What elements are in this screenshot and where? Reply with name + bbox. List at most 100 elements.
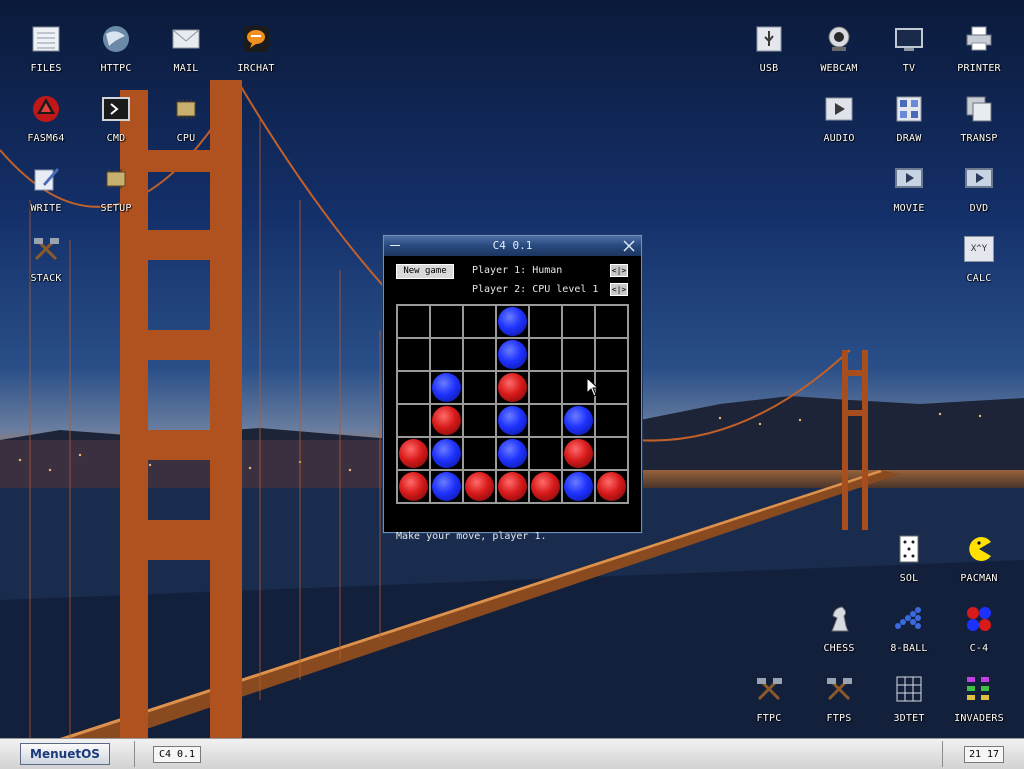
red-disc [399,472,428,501]
new-game-button[interactable]: New game [396,264,454,279]
menu-button[interactable]: MenuetOS [20,743,110,765]
desktop-icon-pacman[interactable]: PACMAN [947,525,1011,589]
red-disc [597,472,626,501]
printer-icon [963,23,995,55]
board-cell[interactable] [463,437,496,470]
pacman-icon [963,533,995,565]
minimize-icon[interactable] [390,245,400,246]
sol-icon [893,533,925,565]
blue-disc [498,307,527,336]
window-titlebar[interactable]: C4 0.1 [384,236,641,256]
board-cell[interactable] [529,305,562,338]
board-cell[interactable] [595,305,628,338]
desktop-icon-setup[interactable]: SETUP [84,155,148,219]
tv-icon [893,23,925,55]
blue-disc [564,406,593,435]
desktop-icon-sol[interactable]: SOL [877,525,941,589]
window-body: New game Player 1: Human <|> Player 2: C… [384,256,641,542]
board-cell[interactable] [562,305,595,338]
desktop-icon-cpu[interactable]: CPU [154,85,218,149]
board-cell[interactable] [430,338,463,371]
red-disc [399,439,428,468]
draw-icon [893,93,925,125]
calc-icon-text: X^Y [964,236,994,262]
board-cell[interactable] [397,305,430,338]
board-cell[interactable] [529,437,562,470]
desktop-icon-invaders[interactable]: INVADERS [947,665,1011,729]
player1-arrows-button[interactable]: <|> [610,264,628,277]
board-cell[interactable] [595,437,628,470]
desktop-icon-mail[interactable]: MAIL [154,15,218,79]
desktop-icon-irchat[interactable]: IRCHAT [224,15,288,79]
chess-icon [823,603,855,635]
board-cell[interactable] [463,305,496,338]
usb-icon [753,23,785,55]
board-cell[interactable] [397,404,430,437]
desktop-icon-files[interactable]: FILES [14,15,78,79]
red-disc [564,439,593,468]
board-cell[interactable] [595,371,628,404]
movie-icon [893,163,925,195]
desktop-icon-movie[interactable]: MOVIE [877,155,941,219]
desktop-icon-fasm64[interactable]: FASM64 [14,85,78,149]
red-disc [531,472,560,501]
red-disc [498,472,527,501]
taskbar-separator [942,741,943,767]
write-icon [30,163,62,195]
clock: 21 17 [964,746,1004,763]
desktop-icon-stack[interactable]: STACK [14,225,78,289]
board-cell[interactable] [529,404,562,437]
board-cell[interactable] [463,404,496,437]
desktop-icon-httpc[interactable]: HTTPC [84,15,148,79]
board-cell[interactable] [397,338,430,371]
player2-arrows-button[interactable]: <|> [610,283,628,296]
desktop-icon-draw[interactable]: DRAW [877,85,941,149]
board-cell[interactable] [595,404,628,437]
close-icon[interactable] [622,239,636,253]
board-cell[interactable] [529,338,562,371]
desktop-icon-cmd[interactable]: CMD [84,85,148,149]
desktop-icon-usb[interactable]: USB [737,15,801,79]
desktop-icon-calc[interactable]: X^Y CALC [947,225,1011,289]
desktop-icon-tv[interactable]: TV [877,15,941,79]
desktop-icon-8-ball[interactable]: 8-BALL [877,595,941,659]
board-cell[interactable] [562,338,595,371]
blue-disc [564,472,593,501]
red-disc [432,406,461,435]
httpc-icon [100,23,132,55]
board-cell[interactable] [529,371,562,404]
desktop-icon-transp[interactable]: TRANSP [947,85,1011,149]
desktop-icon-printer[interactable]: PRINTER [947,15,1011,79]
board-cell[interactable] [595,338,628,371]
player1-label: Player 1: Human [472,265,563,276]
irchat-icon [240,23,272,55]
blue-disc [432,439,461,468]
desktop-icon-write[interactable]: WRITE [14,155,78,219]
board-cell[interactable] [430,305,463,338]
blue-disc [432,472,461,501]
desktop-icon-webcam[interactable]: WEBCAM [807,15,871,79]
desktop-icon-dvd[interactable]: DVD [947,155,1011,219]
dvd-icon [963,163,995,195]
cmd-icon [100,93,132,125]
cpu-icon [170,93,202,125]
player2-label: Player 2: CPU level 1 [472,284,599,295]
taskbar-item-c4[interactable]: C4 0.1 [153,746,201,763]
blue-disc [432,373,461,402]
taskbar-separator [134,741,135,767]
board-cell[interactable] [463,371,496,404]
desktop-icon-audio[interactable]: AUDIO [807,85,871,149]
desktop-icon-ftps[interactable]: FTPS [807,665,871,729]
files-icon [30,23,62,55]
game-board[interactable] [396,304,629,504]
red-disc [465,472,494,501]
calc-icon: X^Y [963,233,995,265]
transp-icon [963,93,995,125]
board-cell[interactable] [397,371,430,404]
taskbar: MenuetOS C4 0.1 21 17 [0,738,1024,769]
board-cell[interactable] [463,338,496,371]
desktop-icon-c-4[interactable]: C-4 [947,595,1011,659]
desktop-icon-ftpc[interactable]: FTPC [737,665,801,729]
desktop-icon-chess[interactable]: CHESS [807,595,871,659]
desktop-icon-3dtet[interactable]: 3DTET [877,665,941,729]
